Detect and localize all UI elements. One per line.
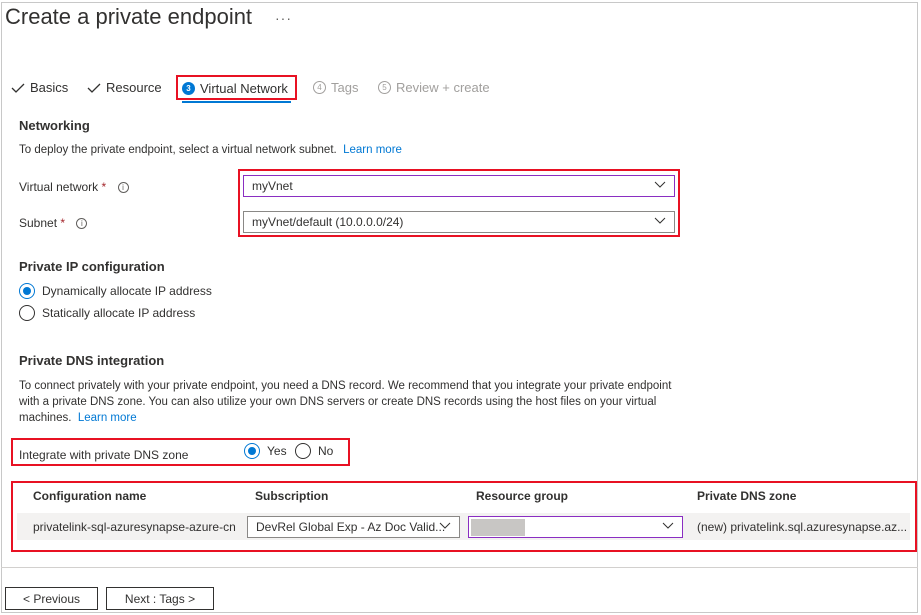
tab-resource[interactable]: Resource — [87, 80, 162, 95]
subnet-label: Subnet * i — [19, 216, 88, 230]
resource-group-dropdown[interactable] — [468, 516, 683, 538]
dns-description: To connect privately with your private e… — [19, 378, 684, 426]
active-tab-indicator — [182, 101, 291, 103]
virtual-network-label-text: Virtual network — [19, 180, 99, 194]
virtual-network-value: myVnet — [252, 179, 293, 193]
column-header-private-dns-zone: Private DNS zone — [697, 489, 797, 503]
info-icon[interactable]: i — [117, 182, 129, 194]
subnet-dropdown[interactable]: myVnet/default (10.0.0.0/24) — [243, 211, 675, 233]
chevron-down-icon — [439, 522, 451, 529]
column-header-resource-group: Resource group — [476, 489, 569, 503]
tab-label: Basics — [30, 80, 69, 95]
tab-label: Virtual Network — [200, 81, 288, 96]
chevron-down-icon — [654, 217, 666, 224]
radio-integrate-no[interactable]: No — [295, 443, 333, 459]
step-number-icon: 3 — [182, 82, 195, 95]
subnet-value: myVnet/default (10.0.0.0/24) — [252, 215, 404, 229]
radio-integrate-yes[interactable]: Yes — [244, 443, 287, 459]
column-header-subscription: Subscription — [255, 489, 329, 503]
networking-description-text: To deploy the private endpoint, select a… — [19, 144, 337, 156]
redacted-value — [471, 518, 525, 536]
subnet-label-text: Subnet — [19, 216, 58, 230]
dns-learn-more-link[interactable]: Learn more — [78, 412, 137, 424]
networking-heading: Networking — [19, 118, 90, 133]
radio-label: Yes — [267, 444, 287, 458]
radio-button[interactable] — [19, 305, 35, 321]
radio-label: Dynamically allocate IP address — [42, 284, 212, 298]
cell-private-dns-zone: (new) privatelink.sql.azuresynapse.az... — [697, 520, 908, 534]
subscription-value: DevRel Global Exp - Az Doc Valid... — [256, 520, 446, 534]
tab-review-create[interactable]: 5 Review + create — [378, 80, 490, 95]
tab-label: Resource — [106, 80, 162, 95]
radio-label: Statically allocate IP address — [42, 306, 196, 320]
integrate-dns-label: Integrate with private DNS zone — [19, 448, 189, 462]
step-number-icon: 5 — [378, 81, 391, 94]
chevron-down-icon — [662, 522, 674, 529]
next-tags-button[interactable]: Next : Tags > — [106, 587, 214, 610]
info-icon[interactable]: i — [76, 218, 88, 230]
radio-button-checked[interactable] — [19, 283, 35, 299]
subscription-dropdown[interactable]: DevRel Global Exp - Az Doc Valid... — [247, 516, 460, 538]
tab-basics[interactable]: Basics — [11, 80, 68, 95]
cell-configuration-name: privatelink-sql-azuresynapse-azure-cn — [33, 520, 236, 534]
virtual-network-label: Virtual network * i — [19, 180, 129, 194]
tab-label: Review + create — [396, 80, 490, 95]
ip-config-heading: Private IP configuration — [19, 259, 165, 274]
radio-dynamic-ip[interactable]: Dynamically allocate IP address — [19, 283, 212, 299]
tab-virtual-network[interactable]: 3 Virtual Network — [182, 81, 288, 96]
radio-button[interactable] — [295, 443, 311, 459]
page-title: Create a private endpoint — [5, 4, 253, 29]
virtual-network-dropdown[interactable]: myVnet — [243, 175, 675, 197]
required-marker: * — [60, 216, 66, 230]
radio-label: No — [318, 444, 334, 458]
chevron-down-icon — [654, 181, 666, 188]
networking-description: To deploy the private endpoint, select a… — [19, 142, 402, 158]
previous-button[interactable]: < Previous — [5, 587, 98, 610]
more-options-button[interactable]: ··· — [275, 10, 292, 26]
tab-tags[interactable]: 4 Tags — [313, 80, 358, 95]
footer-divider — [1, 567, 918, 568]
learn-more-link[interactable]: Learn more — [343, 144, 402, 156]
checkmark-icon — [11, 83, 25, 93]
radio-static-ip[interactable]: Statically allocate IP address — [19, 305, 195, 321]
column-header-configuration-name: Configuration name — [33, 489, 147, 503]
step-number-icon: 4 — [313, 81, 326, 94]
tab-label: Tags — [331, 80, 359, 95]
dns-heading: Private DNS integration — [19, 353, 165, 368]
required-marker: * — [101, 180, 107, 194]
radio-button-checked[interactable] — [244, 443, 260, 459]
checkmark-icon — [87, 83, 101, 93]
